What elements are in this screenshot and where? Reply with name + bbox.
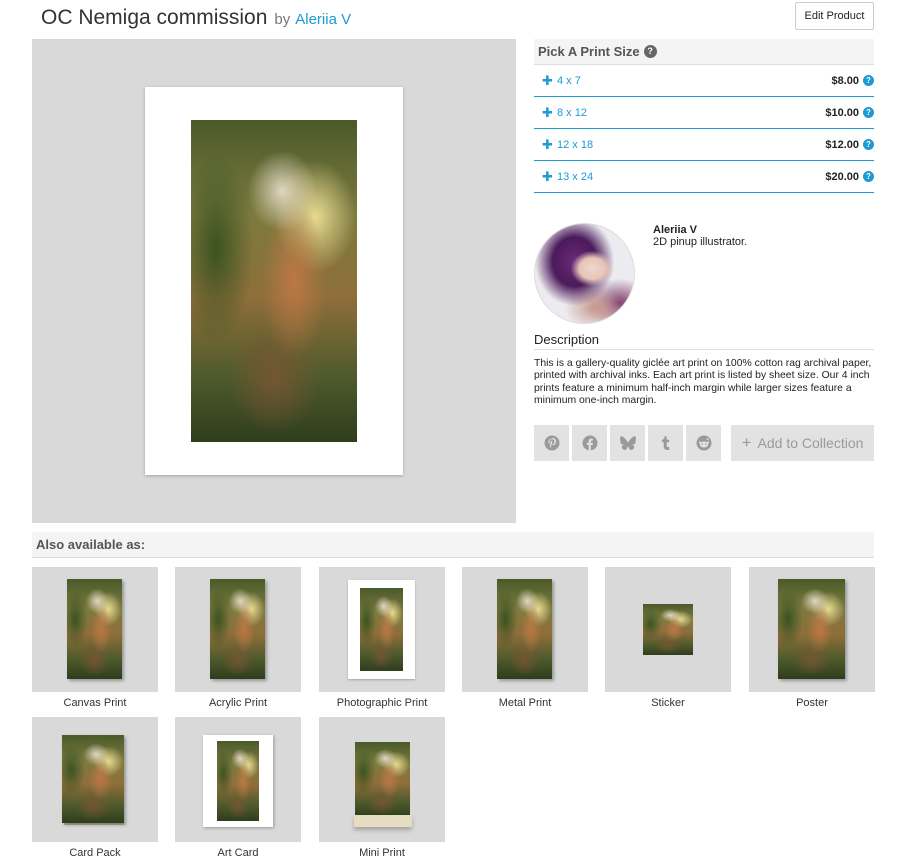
- plus-icon: ✚: [542, 136, 553, 152]
- facebook-icon: [582, 435, 597, 451]
- plus-icon: ✚: [542, 168, 553, 184]
- product-tile-metal-print[interactable]: Metal Print: [462, 567, 588, 709]
- product-tile-canvas-print[interactable]: Canvas Print: [32, 567, 158, 709]
- size-option-4x7[interactable]: ✚ 4 x 7 $8.00 ?: [534, 65, 874, 97]
- page-title: OC Nemiga commission: [41, 6, 268, 29]
- mini-print-thumb-image: [355, 742, 410, 817]
- print-size-panel: Pick A Print Size ? ✚ 4 x 7 $8.00 ? ✚ 8 …: [534, 39, 874, 193]
- size-price: $12.00: [825, 138, 859, 151]
- print-mat: [145, 87, 403, 475]
- by-text: by: [274, 11, 291, 28]
- product-header: OC Nemiga commission by Aleriia V: [41, 6, 351, 32]
- info-icon[interactable]: ?: [863, 107, 874, 118]
- product-label: Acrylic Print: [208, 697, 268, 709]
- product-thumbnail: [175, 717, 301, 842]
- reddit-icon: [696, 435, 711, 451]
- acrylic-thumb-image: [210, 579, 265, 679]
- product-label: Poster: [796, 697, 828, 709]
- add-to-collection-button[interactable]: + Add to Collection: [731, 425, 874, 461]
- product-label: Photographic Print: [336, 697, 428, 709]
- print-size-heading: Pick A Print Size ?: [534, 39, 874, 65]
- product-label: Art Card: [217, 847, 259, 859]
- edit-product-button[interactable]: Edit Product: [795, 2, 874, 30]
- help-icon[interactable]: ?: [643, 45, 657, 58]
- plus-icon: ✚: [542, 72, 553, 88]
- product-thumbnail: [462, 567, 588, 692]
- plus-icon: ✚: [542, 104, 553, 120]
- bluesky-icon: [619, 436, 636, 450]
- artist-bio: 2D pinup illustrator.: [653, 236, 748, 248]
- info-icon[interactable]: ?: [863, 139, 874, 150]
- product-label: Metal Print: [498, 697, 552, 709]
- pinterest-icon: [544, 435, 559, 451]
- card-pack-thumb-image: [62, 735, 124, 823]
- description-heading: Description: [534, 332, 874, 350]
- art-card-thumb-image: [217, 741, 259, 821]
- print-size-heading-text: Pick A Print Size: [538, 44, 640, 59]
- canvas-thumb-image: [67, 579, 122, 679]
- product-label: Card Pack: [69, 847, 121, 859]
- product-tile-art-card[interactable]: Art Card: [175, 717, 301, 859]
- product-tile-mini-print[interactable]: Mini Print: [319, 717, 445, 859]
- tumblr-icon: [661, 436, 669, 450]
- product-label: Mini Print: [359, 847, 405, 859]
- poster-thumb-image: [778, 579, 845, 679]
- share-buttons: [534, 425, 721, 461]
- tumblr-share-button[interactable]: [648, 425, 683, 461]
- product-thumbnail: [319, 717, 445, 842]
- sticker-thumb-image: [643, 604, 693, 655]
- bluesky-share-button[interactable]: [610, 425, 645, 461]
- mini-print-stand: [354, 815, 412, 827]
- product-preview: [32, 39, 516, 523]
- product-label: Canvas Print: [63, 697, 127, 709]
- product-tile-photographic-print[interactable]: Photographic Print: [319, 567, 445, 709]
- pinterest-share-button[interactable]: [534, 425, 569, 461]
- size-option-13x24[interactable]: ✚ 13 x 24 $20.00 ?: [534, 161, 874, 193]
- add-to-collection-label: Add to Collection: [757, 435, 864, 451]
- product-thumbnail: [32, 567, 158, 692]
- metal-thumb-image: [497, 579, 552, 679]
- product-thumbnail: [175, 567, 301, 692]
- size-label: 13 x 24: [557, 170, 594, 183]
- product-label: Sticker: [651, 697, 685, 709]
- size-label: 8 x 12: [557, 106, 587, 119]
- size-price: $8.00: [831, 74, 859, 87]
- product-thumbnail: [749, 567, 875, 692]
- info-icon[interactable]: ?: [863, 171, 874, 182]
- artwork-image: [191, 120, 357, 442]
- description-text: This is a gallery-quality giclée art pri…: [534, 358, 872, 406]
- reddit-share-button[interactable]: [686, 425, 721, 461]
- facebook-share-button[interactable]: [572, 425, 607, 461]
- art-card-sheet: [203, 735, 273, 827]
- artist-link[interactable]: Aleriia V: [295, 11, 351, 28]
- info-icon[interactable]: ?: [863, 75, 874, 86]
- size-label: 4 x 7: [557, 74, 581, 87]
- plus-icon: +: [741, 433, 752, 452]
- product-tile-sticker[interactable]: Sticker: [605, 567, 731, 709]
- product-tile-card-pack[interactable]: Card Pack: [32, 717, 158, 859]
- artist-name[interactable]: Aleriia V: [653, 224, 697, 236]
- photo-mat: [348, 580, 415, 679]
- photo-thumb-image: [360, 588, 403, 671]
- size-option-8x12[interactable]: ✚ 8 x 12 $10.00 ?: [534, 97, 874, 129]
- product-tile-acrylic-print[interactable]: Acrylic Print: [175, 567, 301, 709]
- product-thumbnail: [605, 567, 731, 692]
- size-label: 12 x 18: [557, 138, 594, 151]
- size-option-12x18[interactable]: ✚ 12 x 18 $12.00 ?: [534, 129, 874, 161]
- also-available-heading: Also available as:: [32, 532, 874, 558]
- artist-avatar[interactable]: [534, 223, 635, 324]
- size-price: $20.00: [825, 170, 859, 183]
- product-thumbnail: [32, 717, 158, 842]
- size-price: $10.00: [825, 106, 859, 119]
- product-thumbnail: [319, 567, 445, 692]
- product-tile-poster[interactable]: Poster: [749, 567, 875, 709]
